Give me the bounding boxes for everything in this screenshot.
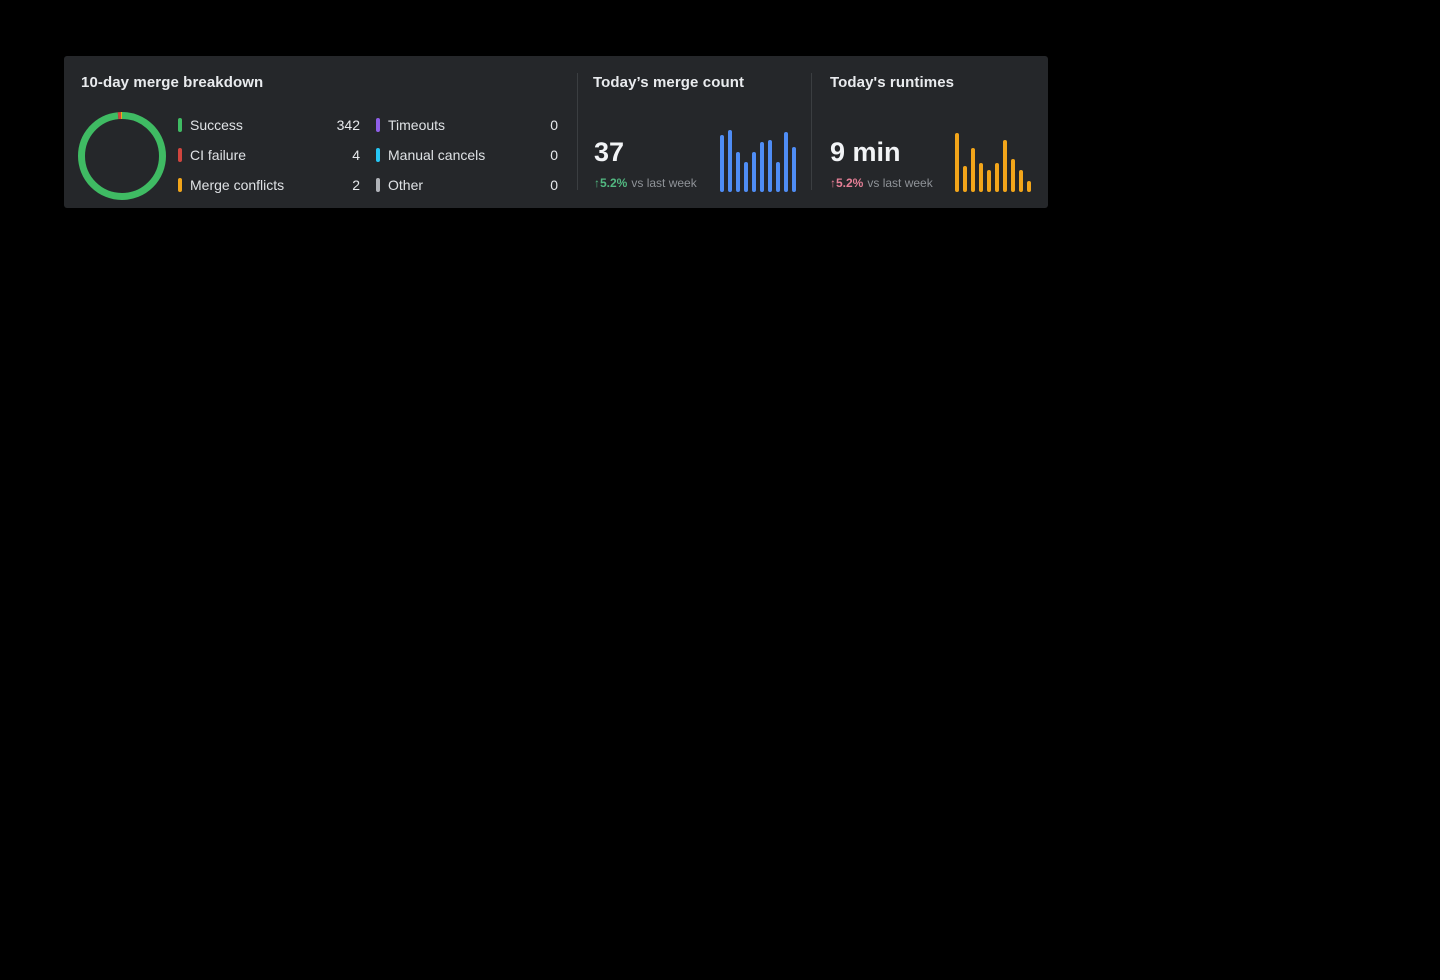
legend-marker-ci-failure-icon: [178, 148, 182, 162]
merge-count-value: 37: [594, 138, 624, 166]
delta-percent: 5.2%: [836, 176, 863, 190]
delta-percent: 5.2%: [600, 176, 627, 190]
legend-item-merge-conflicts: Merge conflicts 2: [178, 170, 360, 200]
bar: [963, 166, 967, 192]
bar: [1003, 140, 1007, 192]
bar: [728, 130, 732, 192]
bar: [760, 142, 764, 192]
bar: [971, 148, 975, 192]
legend-item-success: Success 342: [178, 110, 360, 140]
merge-breakdown-donut: [78, 112, 166, 200]
runtimes-delta: ↑ 5.2% vs last week: [830, 176, 933, 190]
merge-count-section: Today’s merge count 37 ↑ 5.2% vs last we…: [578, 56, 811, 208]
legend-column-left: Success 342 CI failure 4 Merge conflicts…: [178, 110, 360, 200]
legend-marker-other-icon: [376, 178, 380, 192]
legend-item-timeouts: Timeouts 0: [376, 110, 558, 140]
bar: [744, 162, 748, 192]
bar: [979, 163, 983, 193]
merge-count-delta: ↑ 5.2% vs last week: [594, 176, 697, 190]
merge-count-bar-chart: [720, 130, 796, 192]
runtimes-title: Today's runtimes: [830, 74, 954, 91]
bar: [792, 147, 796, 192]
donut-chart: [78, 112, 166, 200]
bar: [987, 170, 991, 192]
delta-compare-label: vs last week: [867, 176, 932, 190]
bar: [736, 152, 740, 192]
bar: [720, 135, 724, 192]
bar: [768, 140, 772, 192]
legend-label: Success: [190, 117, 243, 133]
merge-breakdown-section: 10-day merge breakdown Success 342 CI fa…: [64, 56, 577, 208]
legend-label: CI failure: [190, 147, 246, 163]
bar: [995, 163, 999, 193]
ci-summary-panel: 10-day merge breakdown Success 342 CI fa…: [64, 56, 1048, 208]
legend-value: 4: [352, 147, 360, 163]
runtimes-value: 9 min: [830, 138, 901, 166]
legend-item-manual-cancels: Manual cancels 0: [376, 140, 558, 170]
delta-compare-label: vs last week: [631, 176, 696, 190]
runtimes-bar-chart: [955, 133, 1031, 192]
legend-value: 0: [550, 147, 558, 163]
legend-marker-merge-conflicts-icon: [178, 178, 182, 192]
legend-label: Timeouts: [388, 117, 445, 133]
legend-value: 2: [352, 177, 360, 193]
legend-marker-timeouts-icon: [376, 118, 380, 132]
bar: [1027, 181, 1031, 192]
runtimes-section: Today's runtimes 9 min ↑ 5.2% vs last we…: [812, 56, 1048, 208]
donut-segment-success: [82, 116, 163, 197]
legend-item-ci-failure: CI failure 4: [178, 140, 360, 170]
bar: [784, 132, 788, 192]
legend-item-other: Other 0: [376, 170, 558, 200]
bar: [955, 133, 959, 192]
legend-value: 0: [550, 177, 558, 193]
bar: [1019, 170, 1023, 192]
legend-value: 342: [337, 117, 360, 133]
bar: [752, 152, 756, 192]
legend-label: Manual cancels: [388, 147, 485, 163]
legend-marker-manual-cancels-icon: [376, 148, 380, 162]
merge-breakdown-title: 10-day merge breakdown: [81, 74, 263, 91]
legend-label: Other: [388, 177, 423, 193]
legend-marker-success-icon: [178, 118, 182, 132]
legend-label: Merge conflicts: [190, 177, 284, 193]
bar: [1011, 159, 1015, 192]
bar: [776, 162, 780, 192]
merge-count-title: Today’s merge count: [593, 74, 744, 91]
merge-breakdown-legend: Success 342 CI failure 4 Merge conflicts…: [178, 110, 558, 200]
legend-column-right: Timeouts 0 Manual cancels 0 Other 0: [376, 110, 558, 200]
legend-value: 0: [550, 117, 558, 133]
